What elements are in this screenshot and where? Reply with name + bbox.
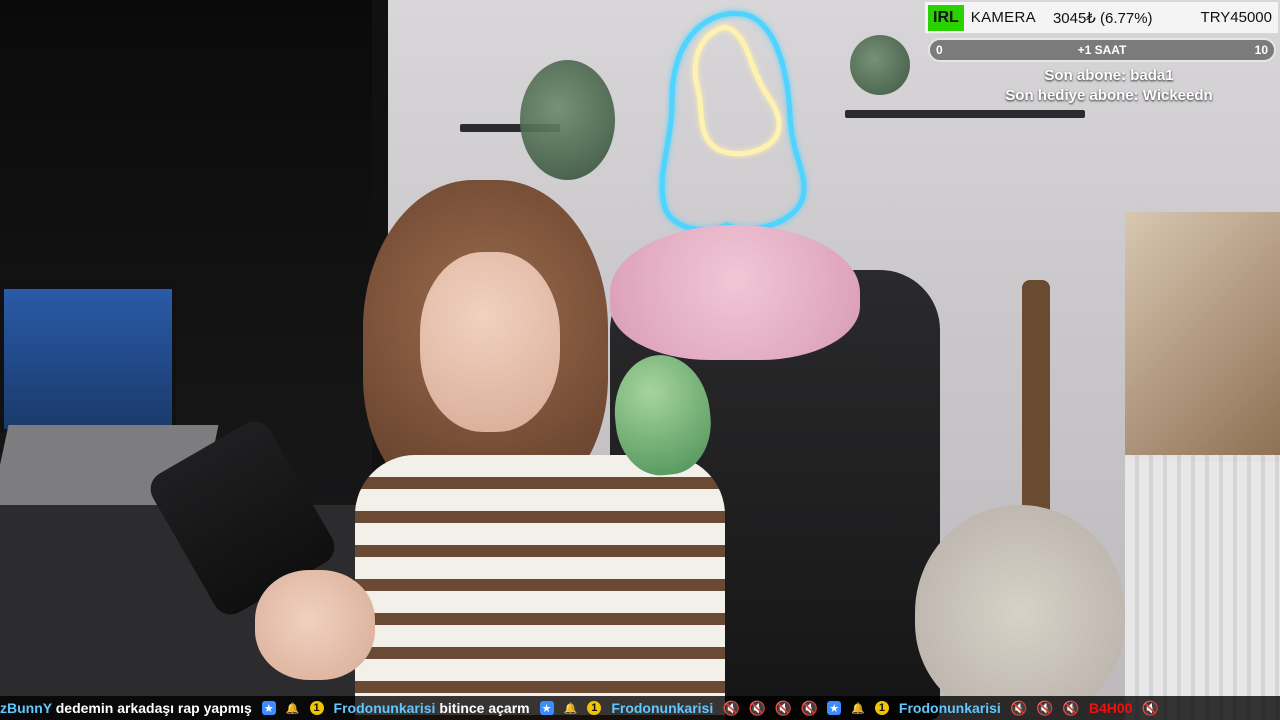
coin-icon: 1 bbox=[874, 701, 889, 715]
muted-icon: 🔇 bbox=[800, 699, 818, 716]
ticker-item-1: zBunnY dedemin arkadaşı rap yapmış bbox=[0, 700, 252, 716]
ticker-msg-1: dedemin arkadaşı rap yapmış bbox=[55, 700, 252, 716]
muted-icon: 🔇 bbox=[722, 699, 740, 716]
goal-target: TRY45000 bbox=[1200, 9, 1272, 26]
last-subscriber: Son abone: bada1 bbox=[1044, 67, 1174, 84]
bell-icon: 🔔 bbox=[285, 702, 300, 715]
streamer bbox=[144, 180, 725, 720]
ticker-item-2: Frodonunkarisi bitince açarm bbox=[334, 700, 530, 716]
wall-shelf-right bbox=[845, 110, 1085, 118]
ticker-item-3: Frodonunkarisi bbox=[611, 700, 713, 716]
hand bbox=[255, 570, 375, 680]
ticker-tail-code: B4H00 bbox=[1088, 700, 1133, 716]
bell-icon: 🔔 bbox=[563, 702, 578, 715]
subathon-progress: 0 +1 SAAT 10 bbox=[928, 38, 1276, 62]
muted-icon: 🔇 bbox=[1036, 699, 1054, 716]
badge-icon: ★ bbox=[539, 701, 554, 715]
subscriber-info: Son abone: bada1 Son hediye abone: Wicke… bbox=[944, 66, 1274, 106]
streamer-face bbox=[420, 252, 560, 432]
ticker-name-4: Frodonunkarisi bbox=[898, 700, 1001, 716]
ticker-name-1: zBunnY bbox=[0, 700, 52, 716]
badge-icon: ★ bbox=[827, 701, 842, 715]
muted-icon: 🔇 bbox=[1010, 699, 1028, 716]
coin-icon: 1 bbox=[309, 701, 324, 715]
guitar-body bbox=[915, 505, 1125, 720]
ticker-msg-2: bitince açarm bbox=[439, 700, 530, 716]
badge-icon: ★ bbox=[261, 701, 276, 715]
ticker-name-3: Frodonunkarisi bbox=[611, 700, 714, 716]
last-gift-subscriber: Son hediye abone: Wickeedn bbox=[1005, 87, 1213, 104]
laptop-screen bbox=[0, 285, 176, 433]
radiator bbox=[1125, 455, 1280, 720]
goal-label: KAMERA bbox=[970, 9, 1036, 26]
muted-icon: 🔇 bbox=[1062, 699, 1080, 716]
coin-icon: 1 bbox=[587, 701, 602, 715]
stream-scene bbox=[0, 0, 1280, 720]
goal-banner: IRL KAMERA 3045₺ (6.77%) TRY45000 bbox=[924, 1, 1279, 34]
ticker-item-4: Frodonunkarisi bbox=[899, 700, 1001, 716]
progress-min: 0 bbox=[936, 43, 943, 57]
bell-icon: 🔔 bbox=[851, 702, 865, 715]
progress-label: +1 SAAT bbox=[1077, 43, 1127, 57]
chat-ticker: zBunnY dedemin arkadaşı rap yapmış ★ 🔔 1… bbox=[0, 696, 1280, 720]
ticker-name-2: Frodonunkarisi bbox=[333, 700, 436, 716]
shelf-plant bbox=[850, 35, 910, 95]
striped-shirt bbox=[355, 455, 725, 720]
wall-painting bbox=[1125, 212, 1280, 462]
muted-icon: 🔇 bbox=[748, 699, 766, 716]
muted-icon: 🔇 bbox=[774, 699, 792, 716]
muted-icon: 🔇 bbox=[1141, 699, 1160, 716]
hanging-plant bbox=[520, 60, 615, 180]
progress-max: 10 bbox=[1254, 43, 1268, 57]
goal-price: 3045₺ (6.77%) bbox=[1052, 9, 1153, 27]
irl-tag: IRL bbox=[928, 4, 964, 31]
